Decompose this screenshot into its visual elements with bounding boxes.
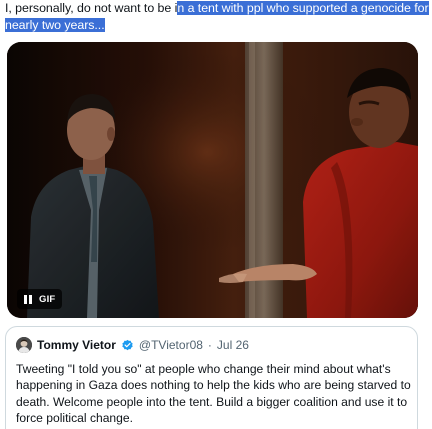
- avatar-image: [16, 337, 32, 353]
- quoted-tweet-card[interactable]: Tommy Vietor @TVietor08 · Jul 26 Tweetin…: [5, 326, 418, 429]
- avatar[interactable]: [16, 337, 32, 353]
- tweet-text-unselected: I, personally, do not want to be i: [5, 1, 178, 15]
- tweet-view: I, personally, do not want to be in a te…: [0, 0, 432, 429]
- quoted-tweet-header: Tommy Vietor @TVietor08 · Jul 26: [16, 337, 249, 353]
- verified-badge-icon: [122, 339, 133, 350]
- quoted-tweet-text: Tweeting "I told you so" at people who c…: [16, 362, 411, 426]
- gif-label: GIF: [39, 293, 56, 305]
- gif-badge[interactable]: GIF: [17, 289, 63, 309]
- quoted-author-handle[interactable]: @TVietor08: [139, 338, 203, 352]
- quoted-author-name[interactable]: Tommy Vietor: [37, 338, 116, 352]
- gif-frame-image: [7, 42, 418, 318]
- gif-media[interactable]: GIF: [7, 42, 418, 318]
- quoted-tweet-date[interactable]: Jul 26: [217, 338, 249, 352]
- pause-icon: [24, 294, 33, 304]
- tweet-text[interactable]: I, personally, do not want to be in a te…: [5, 0, 429, 34]
- header-separator: ·: [207, 338, 212, 352]
